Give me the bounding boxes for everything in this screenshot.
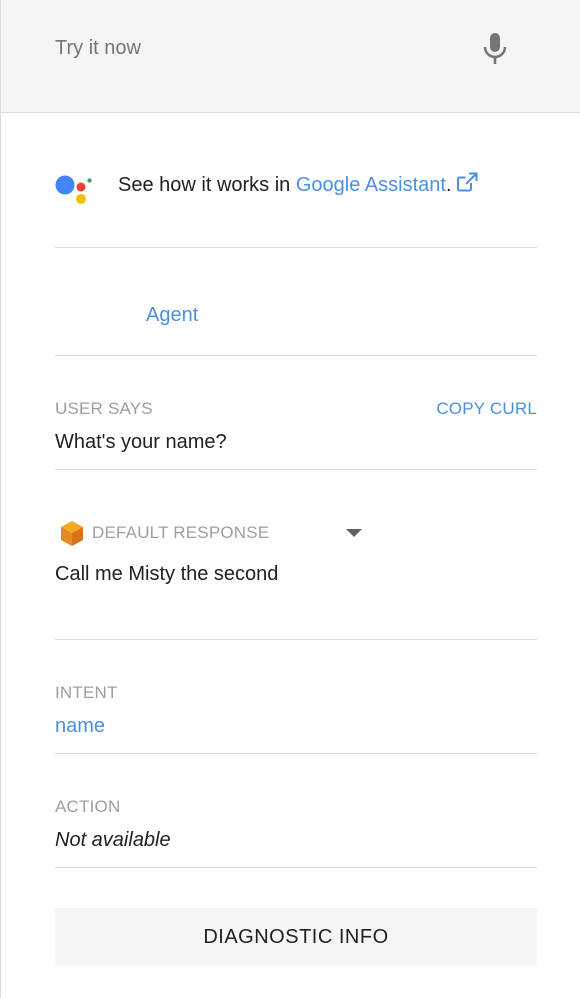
copy-curl-button[interactable]: COPY CURL (436, 399, 537, 419)
user-says-label: USER SAYS (55, 399, 153, 418)
google-assistant-logo (55, 175, 92, 204)
intent-label: INTENT (55, 683, 118, 702)
user-says-value: What's your name? (55, 431, 227, 453)
user-says-section: USER SAYS COPY CURL What's your name? (55, 356, 537, 470)
console-content: See how it works in Google Assistant. Ag… (55, 113, 537, 966)
action-section: ACTION Not available (55, 754, 537, 868)
tab-agent[interactable]: Agent (146, 304, 198, 327)
intent-section: INTENT name (55, 640, 537, 754)
try-it-input[interactable] (55, 34, 455, 62)
agent-tab-row: Agent (55, 248, 537, 356)
external-link-icon[interactable] (456, 172, 478, 192)
google-assistant-row: See how it works in Google Assistant. (55, 113, 537, 248)
default-response-label: DEFAULT RESPONSE (92, 523, 270, 542)
default-response-section: DEFAULT RESPONSE Call me Misty the secon… (55, 470, 537, 640)
google-assistant-suffix: . (445, 174, 452, 196)
cube-icon (61, 521, 83, 546)
google-assistant-text: See how it works in Google Assistant. (118, 172, 478, 197)
google-assistant-prefix: See how it works in (118, 174, 296, 196)
default-response-value: Call me Misty the second (55, 563, 279, 585)
triangle-down-icon[interactable] (345, 528, 363, 538)
try-it-bar (1, 0, 580, 113)
google-assistant-link[interactable]: Google Assistant (296, 174, 446, 196)
microphone-icon[interactable] (481, 32, 509, 66)
intent-link[interactable]: name (55, 715, 105, 738)
try-it-panel: See how it works in Google Assistant. Ag… (0, 0, 580, 998)
action-label: ACTION (55, 797, 121, 816)
diagnostic-info-button[interactable]: DIAGNOSTIC INFO (55, 908, 537, 966)
action-value: Not available (55, 829, 171, 851)
